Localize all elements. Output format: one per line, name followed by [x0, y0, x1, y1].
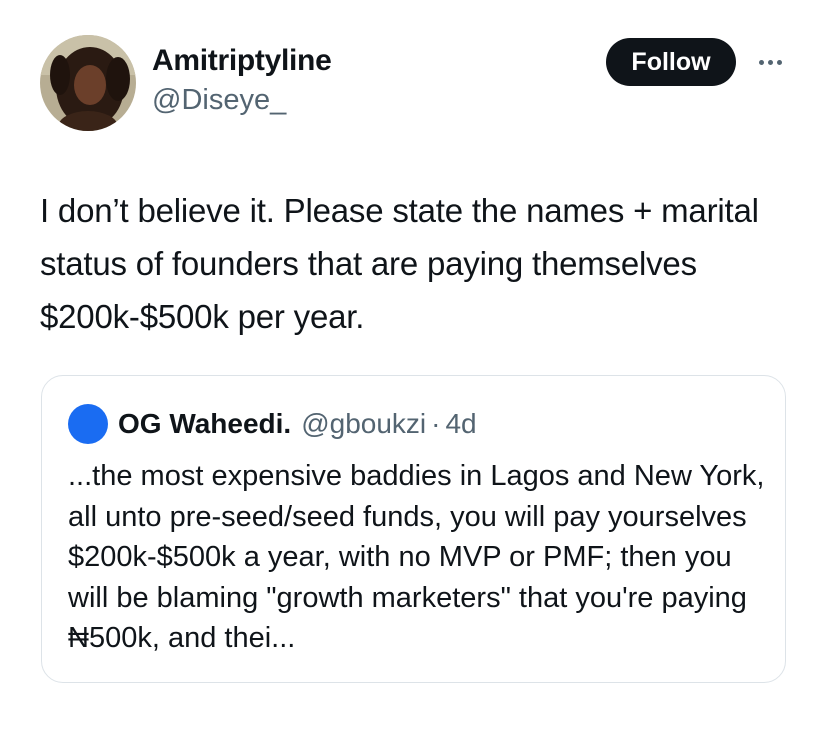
quoted-separator: ·	[431, 408, 441, 439]
more-dot	[767, 59, 773, 65]
quoted-timestamp[interactable]: 4d	[445, 408, 476, 440]
quoted-tweet-text: ...the most expensive baddies in Lagos a…	[68, 460, 765, 654]
more-dot	[758, 59, 764, 65]
author-handle[interactable]: @Diseye_	[152, 84, 286, 117]
quoted-author-handle[interactable]: @gboukzi	[301, 408, 426, 440]
more-dot	[776, 59, 782, 65]
avatar-image	[40, 35, 136, 131]
quoted-tweet-header: OG Waheedi. @gboukzi · 4d	[68, 404, 477, 444]
quoted-author-avatar[interactable]	[68, 404, 108, 444]
follow-button[interactable]: Follow	[606, 38, 736, 86]
author-display-name[interactable]: Amitriptyline	[152, 44, 332, 78]
tweet-text: I don’t believe it. Please state the nam…	[40, 192, 759, 335]
more-options-icon[interactable]	[750, 50, 790, 74]
quoted-author-name[interactable]: OG Waheedi.	[118, 408, 291, 440]
author-avatar[interactable]	[40, 35, 136, 131]
quoted-tweet-card[interactable]: OG Waheedi. @gboukzi · 4d ...the most ex…	[41, 375, 786, 683]
